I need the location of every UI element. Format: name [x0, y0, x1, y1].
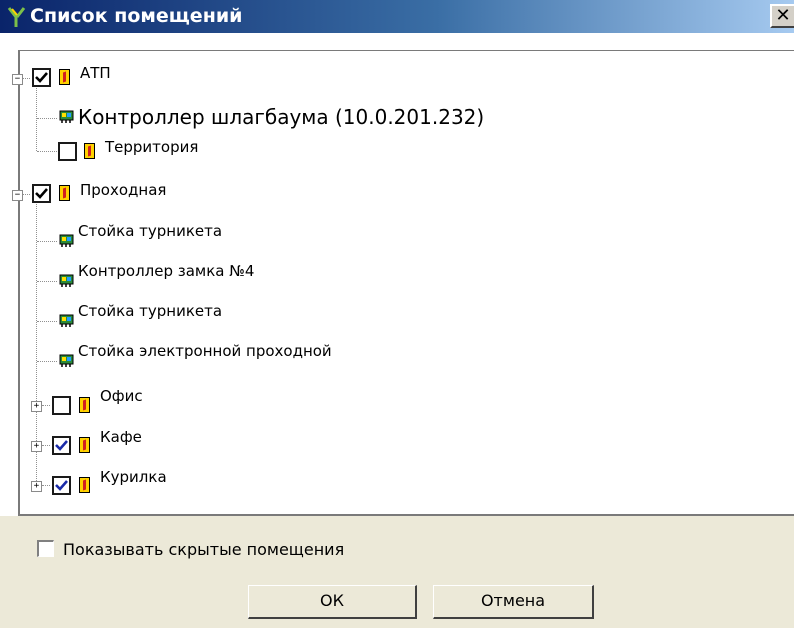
checkbox-smoking-room[interactable]: [52, 476, 71, 495]
expand-toggle-cafe[interactable]: +: [31, 441, 42, 452]
tree-item-label[interactable]: Курилка: [100, 468, 167, 486]
checkmark-icon: [55, 480, 68, 491]
rooms-tree[interactable]: − АТП Контроллер шлагбаума (10.0.201.232…: [12, 50, 794, 516]
device-icon: [59, 354, 74, 367]
checkmark-icon: [35, 72, 48, 83]
tree-item-label[interactable]: Контроллер шлагбаума (10.0.201.232): [78, 105, 484, 129]
door-icon: [84, 143, 95, 159]
tree-item-label[interactable]: Территория: [105, 138, 198, 156]
door-icon: [79, 477, 90, 493]
tree-item-label[interactable]: АТП: [80, 64, 111, 82]
checkmark-icon: [35, 188, 48, 199]
checkbox-cafe[interactable]: [52, 436, 71, 455]
checkbox-checkpoint[interactable]: [32, 184, 51, 203]
tree-item-label[interactable]: Контроллер замка №4: [78, 262, 254, 280]
device-icon: [59, 110, 74, 123]
show-hidden-label[interactable]: Показывать скрытые помещения: [63, 540, 344, 560]
tree-item-label[interactable]: Стойка турникета: [78, 302, 222, 320]
tree-item-label[interactable]: Стойка электронной проходной: [78, 342, 332, 360]
collapse-toggle-checkpoint[interactable]: −: [12, 190, 23, 201]
expand-toggle-office[interactable]: +: [31, 401, 42, 412]
device-icon: [59, 314, 74, 327]
checkbox-territory[interactable]: [58, 142, 77, 161]
tree-item-label[interactable]: Кафе: [100, 428, 142, 446]
rooms-list-dialog: Список помещений ✕ − АТП Контроллер шлаг…: [0, 0, 794, 628]
door-icon: [79, 437, 90, 453]
collapse-toggle-atp[interactable]: −: [12, 74, 23, 85]
door-icon: [79, 397, 90, 413]
door-icon: [59, 69, 70, 85]
tree-item-label[interactable]: Офис: [100, 387, 143, 405]
ok-button[interactable]: ОК: [248, 585, 417, 619]
show-hidden-checkbox[interactable]: [37, 540, 54, 557]
device-icon: [59, 234, 74, 247]
tree-item-label[interactable]: Стойка турникета: [78, 222, 222, 240]
expand-toggle-smoking-room[interactable]: +: [31, 481, 42, 492]
checkbox-office[interactable]: [52, 396, 71, 415]
checkmark-icon: [55, 440, 68, 451]
device-icon: [59, 274, 74, 287]
tree-item-label[interactable]: Проходная: [80, 181, 166, 199]
cancel-button[interactable]: Отмена: [433, 585, 594, 619]
checkbox-atp[interactable]: [32, 68, 51, 87]
door-icon: [59, 185, 70, 201]
